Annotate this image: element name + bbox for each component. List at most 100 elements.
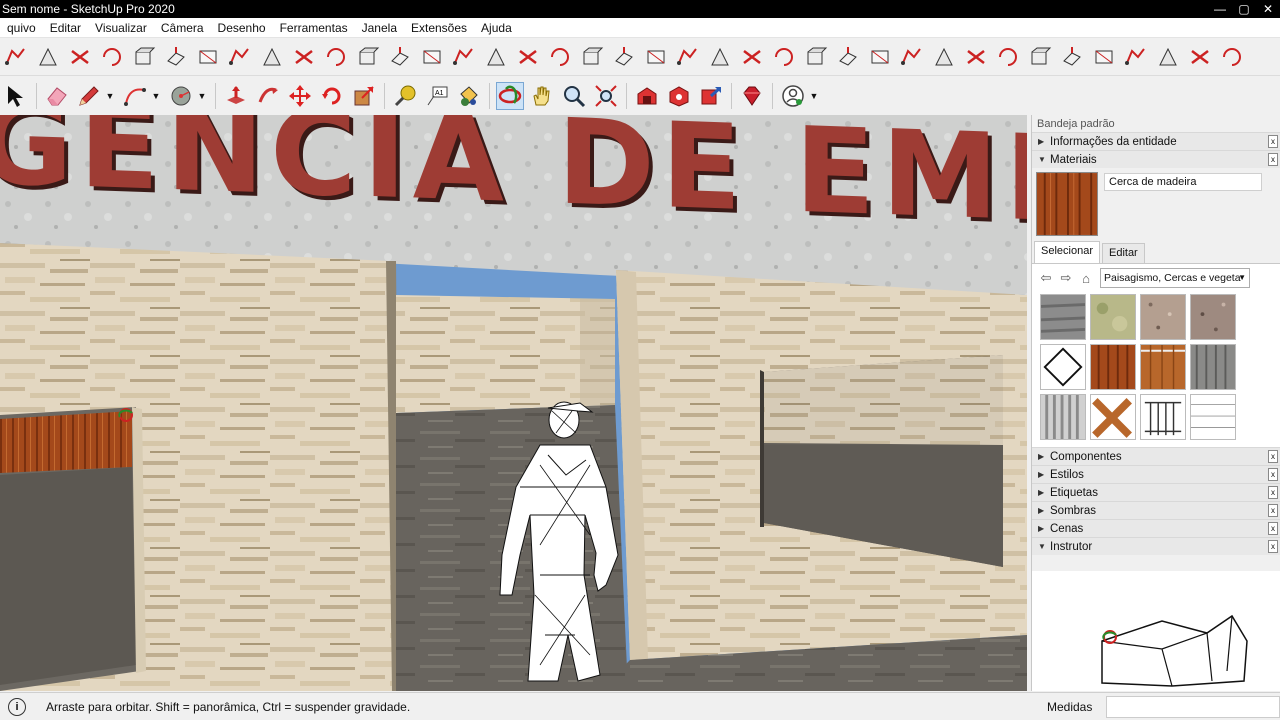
tape-icon[interactable]: [391, 82, 419, 110]
hex2-icon[interactable]: [1122, 43, 1150, 71]
eraser-icon[interactable]: [43, 82, 71, 110]
frame-icon[interactable]: [1026, 43, 1054, 71]
share-icon[interactable]: [697, 82, 725, 110]
components-header[interactable]: ▶ Componentes x: [1032, 447, 1280, 465]
shape-icon[interactable]: [898, 43, 926, 71]
pencil-icon[interactable]: [75, 82, 103, 110]
push-icon[interactable]: [194, 43, 222, 71]
column-icon[interactable]: [802, 43, 830, 71]
material-tile[interactable]: [1090, 394, 1136, 440]
materials-header[interactable]: ▼ Materiais x: [1032, 150, 1280, 168]
back-arrow-icon[interactable]: ⇦: [1036, 270, 1056, 286]
circle-icon[interactable]: [167, 82, 195, 110]
material-name-field[interactable]: Cerca de madeira: [1104, 173, 1262, 191]
intersect-icon[interactable]: [226, 43, 254, 71]
home-icon[interactable]: ⌂: [1076, 271, 1096, 286]
material-tile[interactable]: [1190, 344, 1236, 390]
rotate-icon[interactable]: [318, 82, 346, 110]
profile-icon[interactable]: [386, 43, 414, 71]
wall-icon[interactable]: [610, 43, 638, 71]
menu-arquivo[interactable]: quivo: [0, 21, 43, 35]
trim-icon[interactable]: [258, 43, 286, 71]
zoom-extents-icon[interactable]: [592, 82, 620, 110]
material-tile[interactable]: [1090, 344, 1136, 390]
material-tile[interactable]: [1140, 344, 1186, 390]
close-icon[interactable]: x: [1268, 522, 1278, 535]
close-icon[interactable]: x: [1268, 153, 1278, 166]
menu-ferramentas[interactable]: Ferramentas: [273, 21, 355, 35]
move-icon[interactable]: [34, 43, 62, 71]
hex-icon[interactable]: [1090, 43, 1118, 71]
profile-icon[interactable]: [779, 82, 807, 110]
truss-icon[interactable]: [770, 43, 798, 71]
line-tool-icon[interactable]: [290, 43, 318, 71]
close-icon[interactable]: x: [1268, 450, 1278, 463]
tab-editar[interactable]: Editar: [1101, 243, 1145, 263]
instructor-header[interactable]: ▼ Instrutor x: [1032, 537, 1280, 555]
chevron-down-icon[interactable]: ▼: [105, 82, 115, 110]
chevron-down-icon[interactable]: ▼: [151, 82, 161, 110]
menu-extensoes[interactable]: Extensões: [404, 21, 474, 35]
shadows-header[interactable]: ▶ Sombras x: [1032, 501, 1280, 519]
stair-icon[interactable]: [450, 43, 478, 71]
grid-icon[interactable]: [962, 43, 990, 71]
menu-desenho[interactable]: Desenho: [211, 21, 273, 35]
library-dropdown[interactable]: Paisagismo, Cercas e vegeta ▼: [1100, 268, 1250, 288]
menu-janela[interactable]: Janela: [355, 21, 404, 35]
forward-arrow-icon[interactable]: ⇨: [1056, 270, 1076, 286]
close-icon[interactable]: x: [1268, 540, 1278, 553]
bridge-icon[interactable]: [1186, 43, 1214, 71]
panel-icon[interactable]: [1058, 43, 1086, 71]
scale-icon[interactable]: [350, 82, 378, 110]
menu-visualizar[interactable]: Visualizar: [88, 21, 154, 35]
move-icon[interactable]: [286, 82, 314, 110]
scenes-header[interactable]: ▶ Cenas x: [1032, 519, 1280, 537]
box-icon[interactable]: [162, 43, 190, 71]
entity-info-header[interactable]: ▶ Informações da entidade x: [1032, 132, 1280, 150]
orbit-icon[interactable]: [496, 82, 524, 110]
pen-icon[interactable]: [322, 43, 350, 71]
arc-icon[interactable]: [121, 82, 149, 110]
fence-icon[interactable]: [482, 43, 510, 71]
railing-icon[interactable]: [706, 43, 734, 71]
floor-icon[interactable]: [866, 43, 894, 71]
paint-bucket-icon[interactable]: [455, 82, 483, 110]
beam-icon[interactable]: [738, 43, 766, 71]
menu-ajuda[interactable]: Ajuda: [474, 21, 519, 35]
info-icon[interactable]: i: [8, 697, 26, 716]
material-tile[interactable]: [1140, 394, 1186, 440]
pan-icon[interactable]: [528, 82, 556, 110]
glove-icon[interactable]: [578, 43, 606, 71]
tab-selecionar[interactable]: Selecionar: [1034, 241, 1100, 263]
cut-icon[interactable]: [66, 43, 94, 71]
tags-header[interactable]: ▶ Etiquetas x: [1032, 483, 1280, 501]
close-icon[interactable]: x: [1268, 486, 1278, 499]
menu-editar[interactable]: Editar: [43, 21, 88, 35]
orbit-ext-icon[interactable]: [130, 43, 158, 71]
gear-icon[interactable]: [546, 43, 574, 71]
material-tile[interactable]: [1090, 294, 1136, 340]
material-tile[interactable]: [1190, 394, 1236, 440]
material-tile[interactable]: [1140, 294, 1186, 340]
ruby-icon[interactable]: [738, 82, 766, 110]
maximize-button[interactable]: ▢: [1232, 0, 1256, 18]
grid2-icon[interactable]: [994, 43, 1022, 71]
warehouse-icon[interactable]: [633, 82, 661, 110]
roof-icon[interactable]: [514, 43, 542, 71]
chamfer-icon[interactable]: [642, 43, 670, 71]
measurements-input[interactable]: [1106, 696, 1280, 718]
material-tile[interactable]: [1040, 294, 1086, 340]
material-tile[interactable]: [1040, 394, 1086, 440]
model-viewport[interactable]: GENCIA DE EMPREGO GENCIA DE EMPREGO: [0, 115, 1027, 691]
material-tile[interactable]: [1040, 344, 1086, 390]
chevron-down-icon[interactable]: ▼: [197, 82, 207, 110]
text-label-icon[interactable]: A1: [423, 82, 451, 110]
material-swatch[interactable]: [1036, 172, 1098, 236]
edge-icon[interactable]: [418, 43, 446, 71]
curve-icon[interactable]: [354, 43, 382, 71]
slab-icon[interactable]: [834, 43, 862, 71]
louver-icon[interactable]: [1154, 43, 1182, 71]
extension-icon[interactable]: [665, 82, 693, 110]
zoom-icon[interactable]: [560, 82, 588, 110]
house-icon[interactable]: [1218, 43, 1246, 71]
